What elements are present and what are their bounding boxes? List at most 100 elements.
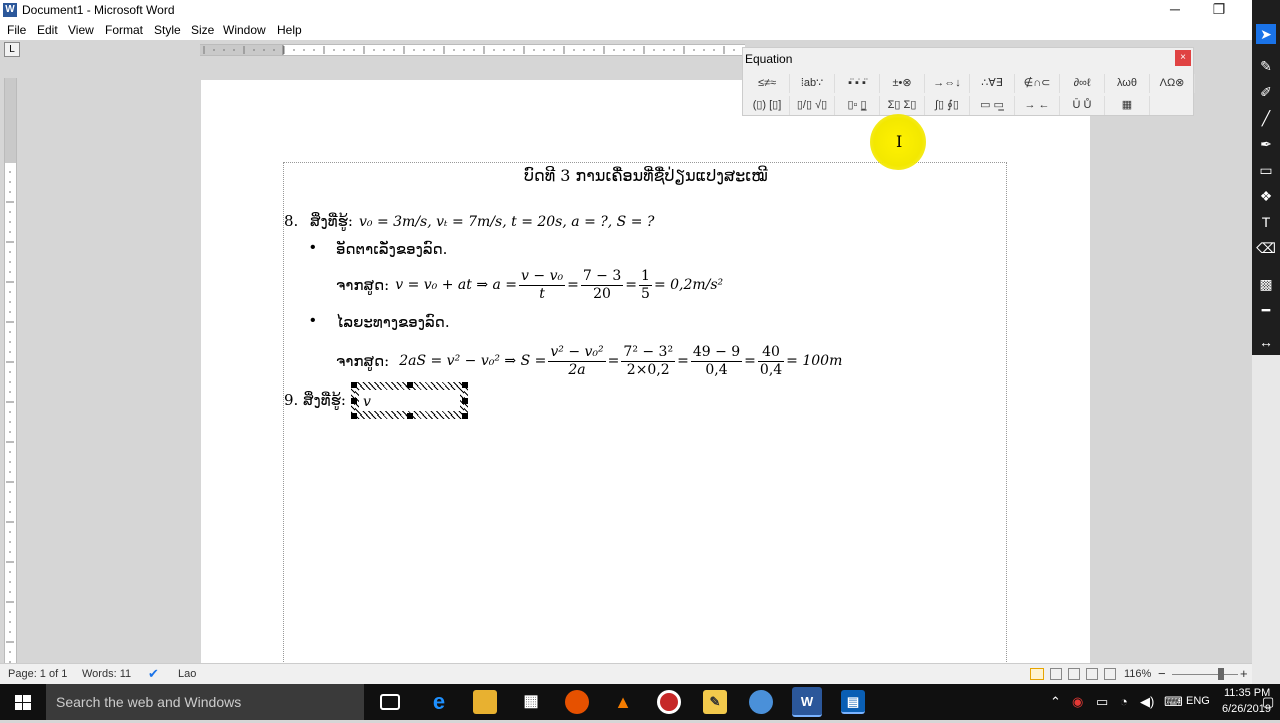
menu-style[interactable]: Style: [154, 23, 181, 37]
language[interactable]: Lao: [178, 668, 196, 680]
volume-icon[interactable]: ◀): [1140, 694, 1154, 710]
resize-handle[interactable]: [462, 382, 468, 388]
zoom-slider-thumb[interactable]: [1218, 668, 1224, 680]
horizontal-ruler[interactable]: [200, 44, 745, 56]
template-palette-button[interactable]: ∫▯ ∮▯: [925, 96, 970, 115]
resize-handle[interactable]: [351, 382, 357, 388]
eraser-icon[interactable]: ⌫: [1256, 238, 1276, 258]
brush-icon[interactable]: ✒: [1256, 134, 1276, 154]
record-tray-icon[interactable]: ◉: [1072, 694, 1083, 710]
equation-input[interactable]: v: [363, 394, 371, 410]
notifications-icon[interactable]: ▢: [1262, 694, 1274, 710]
rectangle-icon[interactable]: ▭: [1256, 160, 1276, 180]
item-8-number: 8.: [284, 212, 299, 230]
resize-handle[interactable]: [462, 413, 468, 419]
app-globe-icon[interactable]: [749, 690, 773, 714]
pattern-icon[interactable]: ▩: [1256, 274, 1276, 294]
zoom-slider-track[interactable]: [1172, 674, 1238, 675]
calculator-icon[interactable]: ▤: [841, 690, 865, 714]
menu-view[interactable]: View: [68, 23, 94, 37]
draft-icon[interactable]: [1104, 668, 1116, 680]
search-input[interactable]: Search the web and Windows: [46, 684, 364, 720]
shapes-icon[interactable]: ❖: [1256, 186, 1276, 206]
text-icon[interactable]: T: [1256, 212, 1276, 232]
expand-icon[interactable]: ↔: [1256, 332, 1276, 352]
menu-bar: File Edit View Format Style Size Window …: [0, 20, 1252, 40]
highlighter-icon[interactable]: ✐: [1256, 82, 1276, 102]
edge-icon[interactable]: e: [427, 690, 451, 714]
close-icon[interactable]: ×: [1175, 50, 1191, 66]
status-bar: Page: 1 of 1 Words: 11 ✔ Lao 116% − +: [0, 663, 1252, 684]
battery-icon[interactable]: ▭: [1096, 694, 1108, 710]
tab-selector[interactable]: L: [4, 42, 20, 57]
symbol-palette-button[interactable]: ⁞ab∵: [790, 74, 835, 93]
symbol-palette-button[interactable]: →⇔↓: [925, 74, 970, 93]
record-app-icon[interactable]: [657, 690, 681, 714]
resize-handle[interactable]: [351, 398, 357, 404]
store-icon[interactable]: ▦: [519, 690, 543, 714]
template-palette-button[interactable]: Ū Ů: [1060, 96, 1105, 115]
symbol-palette-button[interactable]: λωθ: [1105, 74, 1150, 93]
menu-help[interactable]: Help: [277, 23, 302, 37]
vertical-ruler[interactable]: [4, 78, 17, 663]
print-layout-icon[interactable]: [1030, 668, 1044, 680]
formula-1-eq-1: =: [567, 277, 579, 293]
template-palette-button[interactable]: ▭ ▭̲: [970, 96, 1015, 115]
template-palette-button[interactable]: → ←: [1015, 96, 1060, 115]
template-palette-button[interactable]: ▦: [1105, 96, 1150, 115]
resize-handle[interactable]: [407, 413, 413, 419]
zoom-out-button[interactable]: −: [1158, 666, 1166, 681]
template-palette-button[interactable]: (▯) [▯]: [745, 96, 790, 115]
restore-button[interactable]: ❐: [1196, 0, 1242, 20]
menu-window[interactable]: Window: [223, 23, 266, 37]
paint-icon[interactable]: ✎: [703, 690, 727, 714]
menu-file[interactable]: File: [7, 23, 26, 37]
proofing-check-icon[interactable]: ✔: [148, 666, 159, 682]
equation-edit-area[interactable]: v: [359, 390, 460, 411]
keyboard-icon[interactable]: ⌨: [1164, 694, 1183, 710]
formula-1-frac-2: 7 − 3 20: [580, 267, 624, 302]
start-button[interactable]: [0, 684, 46, 720]
outline-icon[interactable]: [1086, 668, 1098, 680]
task-view-icon[interactable]: [380, 694, 400, 710]
input-language[interactable]: ENG: [1186, 695, 1210, 707]
symbol-palette-button[interactable]: ∂∞ℓ: [1060, 74, 1105, 93]
pen-icon[interactable]: ✎: [1256, 56, 1276, 76]
pointer-icon[interactable]: ➤: [1256, 24, 1276, 44]
minimize-button[interactable]: ─: [1152, 0, 1198, 20]
symbol-palette-button[interactable]: ∴∀∃: [970, 74, 1015, 93]
line-icon[interactable]: ╱: [1256, 108, 1276, 128]
wifi-icon[interactable]: ◔: [1120, 694, 1128, 709]
menu-format[interactable]: Format: [105, 23, 143, 37]
file-explorer-icon[interactable]: [473, 690, 497, 714]
resize-handle[interactable]: [462, 398, 468, 404]
menu-edit[interactable]: Edit: [37, 23, 58, 37]
heading: ບົດທີ 3 ການເຄື່ອນທີ່ຊື່ປ່ຽນແປງສະເໝີ: [524, 166, 768, 185]
formula-1-lead: ຈາກສູດ:: [336, 276, 390, 294]
stroke-width-icon[interactable]: ━: [1256, 300, 1276, 320]
firefox-icon[interactable]: [565, 690, 589, 714]
template-palette-button[interactable]: ▯/▯ √▯: [790, 96, 835, 115]
template-palette-button[interactable]: Σ▯ Σ▯: [880, 96, 925, 115]
word-count[interactable]: Words: 11: [82, 668, 131, 680]
zoom-in-button[interactable]: +: [1240, 666, 1248, 681]
template-palette-button[interactable]: ▯▫ ▯̲: [835, 96, 880, 115]
zoom-level[interactable]: 116%: [1124, 668, 1151, 680]
menu-size[interactable]: Size: [191, 23, 214, 37]
symbol-palette-button[interactable]: ΛΩ⊗: [1150, 74, 1195, 93]
word-taskbar-icon[interactable]: W: [792, 687, 822, 717]
web-layout-icon[interactable]: [1068, 668, 1080, 680]
formula-2-frac-1: v² − v₀² 2a: [548, 343, 606, 378]
symbol-palette-button[interactable]: ≤≠≈: [745, 74, 790, 93]
chevron-up-icon[interactable]: ⌃: [1050, 694, 1061, 710]
resize-handle[interactable]: [351, 413, 357, 419]
formula-2-frac-2: 7² − 3² 2×0,2: [621, 343, 676, 378]
resize-handle[interactable]: [407, 382, 413, 388]
vlc-icon[interactable]: ▲: [611, 690, 635, 714]
symbol-palette-button[interactable]: ±•⊗: [880, 74, 925, 93]
read-mode-icon[interactable]: [1050, 668, 1062, 680]
symbol-row: ≤≠≈ ⁞ab∵ ▪̈ ▪̇ ▪̈ ±•⊗ →⇔↓ ∴∀∃ ∉∩⊂ ∂∞ℓ λωθ ΛΩ⊗: [745, 74, 1195, 93]
symbol-palette-button[interactable]: ∉∩⊂: [1015, 74, 1060, 93]
equation-edit-box[interactable]: v: [351, 382, 468, 419]
symbol-palette-button[interactable]: ▪̈ ▪̇ ▪̈: [835, 74, 880, 93]
